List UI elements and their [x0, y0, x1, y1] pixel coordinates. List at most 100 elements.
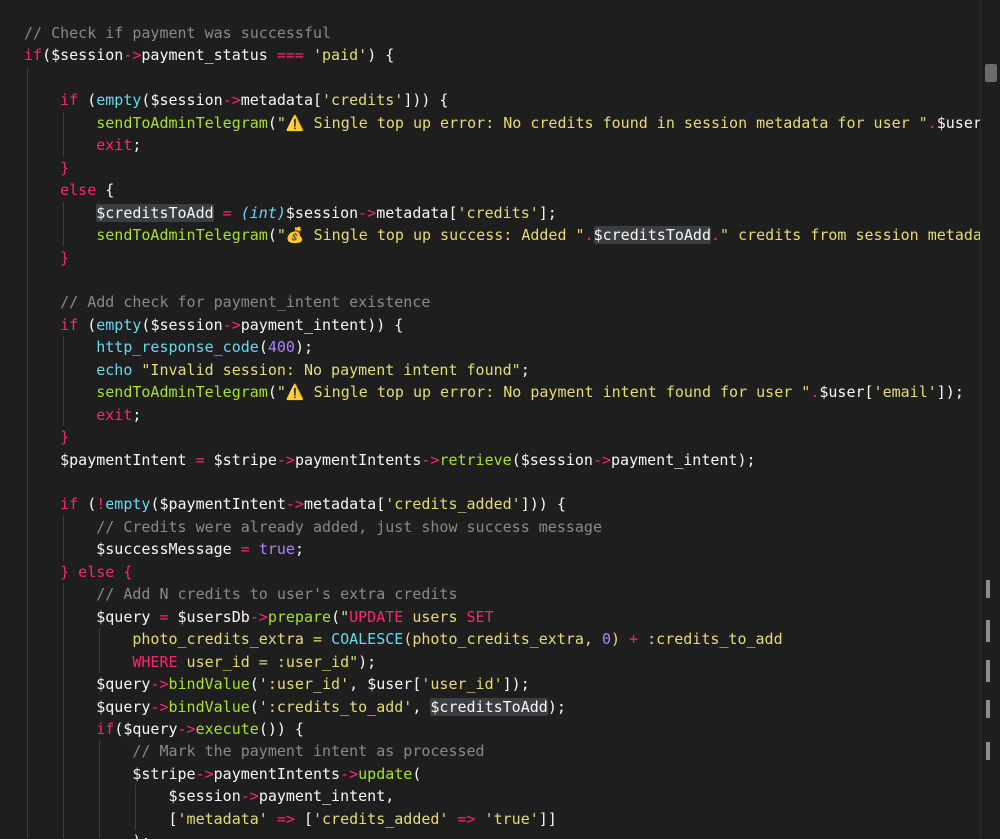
code-line[interactable]: }: [24, 426, 69, 448]
code-token: .: [927, 113, 937, 132]
code-line[interactable]: sendToAdminTelegram("⚠️ Single top up er…: [24, 381, 964, 403]
code-line[interactable]: WHERE user_id = :user_id");: [24, 651, 376, 673]
code-line[interactable]: $paymentIntent = $stripe->paymentIntents…: [24, 449, 755, 471]
code-token: (: [331, 607, 341, 626]
code-line[interactable]: if (empty($session->metadata['credits'])…: [24, 89, 448, 111]
code-token: (: [267, 383, 277, 402]
code-token: retrieve: [439, 450, 512, 469]
code-token: payment_intent: [240, 315, 368, 334]
code-token: (: [258, 338, 268, 357]
code-token: update: [358, 764, 413, 783]
code-token: if: [60, 91, 79, 110]
overview-ruler-mark: [986, 580, 990, 598]
code-token: metadata: [240, 91, 313, 110]
code-line[interactable]: // Add check for payment_intent existenc…: [24, 291, 430, 313]
code-line[interactable]: exit;: [24, 404, 141, 426]
code-token: ,: [412, 697, 431, 716]
code-line[interactable]: if (empty($session->payment_intent)) {: [24, 314, 403, 336]
code-token: .: [584, 226, 594, 245]
code-token: execute: [195, 719, 259, 738]
code-token: (: [267, 113, 277, 132]
code-line[interactable]: photo_credits_extra = COALESCE(photo_cre…: [24, 628, 782, 650]
code-line[interactable]: exit;: [24, 134, 141, 156]
code-line[interactable]: $creditsToAdd = (int)$session->metadata[…: [24, 202, 557, 224]
code-token: ->: [285, 495, 304, 514]
code-token: ⚠️: [285, 383, 305, 402]
code-line[interactable]: $query = $usersDb->prepare("UPDATE users…: [24, 606, 493, 628]
code-line[interactable]: $session->payment_intent,: [24, 785, 395, 807]
code-token: Single top up success: Added ": [304, 226, 585, 245]
code-token: ->: [195, 764, 214, 783]
code-line[interactable]: ['metadata' => ['credits_added' => 'true…: [24, 808, 557, 830]
code-token: ->: [177, 719, 196, 738]
code-token: // Mark the payment intent as processed: [132, 742, 485, 761]
code-token: ;: [520, 360, 530, 379]
code-token: +: [629, 630, 639, 649]
code-token: } else {: [60, 562, 133, 581]
code-line[interactable]: );: [24, 830, 150, 839]
code-token: ];: [538, 203, 557, 222]
code-line[interactable]: echo "Invalid session: No payment intent…: [24, 359, 530, 381]
code-line[interactable]: http_response_code(400);: [24, 336, 313, 358]
code-line[interactable]: $query->bindValue(':credits_to_add', $cr…: [24, 696, 566, 718]
code-token: 'credits': [322, 91, 404, 110]
code-line[interactable]: else {: [24, 179, 114, 201]
code-token: bindValue: [168, 697, 250, 716]
code-token: payment_intent: [258, 787, 386, 806]
code-line[interactable]: if($session->payment_status === 'paid') …: [24, 44, 394, 66]
code-token: ⚠️: [285, 113, 305, 132]
editor-scrollbar[interactable]: [980, 0, 1000, 839]
code-line[interactable]: } else {: [24, 561, 132, 583]
code-line[interactable]: sendToAdminTelegram("💰 Single top up suc…: [24, 224, 980, 246]
code-token: ]);: [936, 383, 964, 402]
code-line[interactable]: $successMessage = true;: [24, 538, 304, 560]
code-token: ]);: [502, 675, 530, 694]
code-token: 'credits_added': [385, 495, 521, 514]
code-token: (: [511, 450, 521, 469]
code-token: }: [60, 158, 70, 177]
code-token: Single top up error: No payment intent f…: [304, 383, 811, 402]
code-token: $session: [285, 203, 359, 222]
code-token: ->: [421, 450, 440, 469]
scrollbar-thumb[interactable]: [985, 64, 997, 82]
code-token: paymentIntents: [213, 764, 341, 783]
code-token: $paymentIntent: [159, 495, 286, 514]
code-line[interactable]: if (!empty($paymentIntent->metadata['cre…: [24, 493, 566, 515]
code-line[interactable]: sendToAdminTelegram("⚠️ Single top up er…: [24, 112, 980, 134]
code-token: ':user_id': [258, 675, 350, 694]
code-token: // Add check for payment_intent existenc…: [60, 293, 431, 312]
code-token: (: [114, 719, 124, 738]
code-line[interactable]: $query->bindValue(':user_id', $user['use…: [24, 673, 530, 695]
code-token: (: [78, 315, 97, 334]
code-token: $successMessage: [96, 540, 232, 559]
code-token: echo: [96, 360, 133, 379]
code-token: ':credits_to_add': [258, 697, 413, 716]
overview-ruler-mark: [986, 660, 990, 682]
code-token: Single top up error: No credits found in…: [304, 113, 928, 132]
code-line[interactable]: $stripe->paymentIntents->update(: [24, 763, 421, 785]
code-editor[interactable]: // Check if payment was successful if($se…: [0, 0, 980, 839]
code-line[interactable]: // Mark the payment intent as processed: [24, 740, 485, 762]
code-line[interactable]: // Check if payment was successful: [24, 22, 331, 44]
code-token: WHERE: [132, 652, 178, 671]
code-token: (: [78, 91, 97, 110]
code-token: users: [403, 607, 467, 626]
code-line[interactable]: }: [24, 247, 69, 269]
code-token: sendToAdminTelegram: [96, 226, 268, 245]
code-token: ->: [222, 315, 241, 334]
code-line[interactable]: if($query->execute()) {: [24, 718, 304, 740]
code-line[interactable]: // Credits were already added, just show…: [24, 516, 602, 538]
code-token: user_id = :user_id": [177, 652, 359, 671]
code-line[interactable]: // Add N credits to user's extra credits: [24, 583, 457, 605]
code-line[interactable]: }: [24, 157, 69, 179]
code-token: ,: [385, 787, 395, 806]
